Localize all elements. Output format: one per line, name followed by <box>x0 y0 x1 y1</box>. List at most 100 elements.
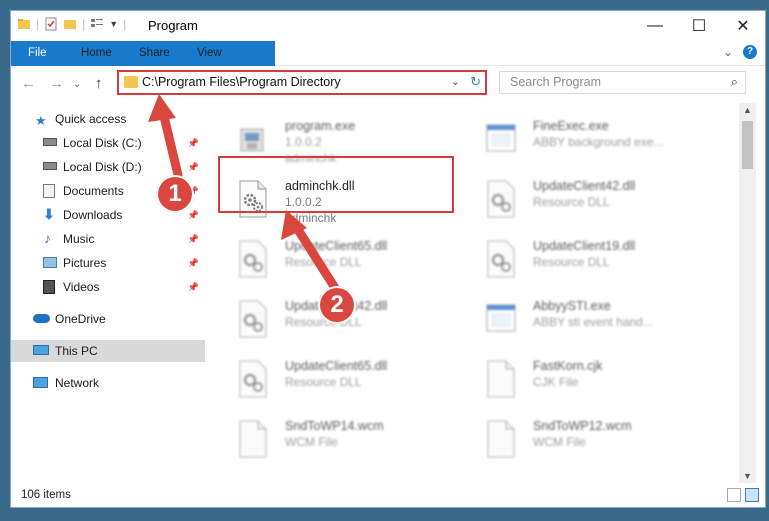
downloads-icon: ⬇ <box>43 206 55 222</box>
sidebar-item-quick-access[interactable]: ★ Quick access <box>11 108 205 130</box>
recent-locations-icon[interactable]: ⌄ <box>73 79 81 90</box>
navigation-pane: ★ Quick access Local Disk (C:) 📌 Local D… <box>11 103 205 483</box>
chevron-down-icon[interactable]: ⌄ <box>451 75 460 88</box>
separator: | <box>36 17 40 31</box>
sidebar-item-label: OneDrive <box>55 312 106 326</box>
pin-icon[interactable]: 📌 <box>188 162 199 173</box>
ribbon-controls: ⌄ ? <box>723 45 757 59</box>
file-name: UpdateClient65.dll <box>285 359 388 373</box>
dll-gear-icon <box>487 240 515 278</box>
file-detail: adminchk <box>285 211 337 225</box>
file-detail: WCM File <box>533 435 586 449</box>
blank-file-icon <box>239 420 267 458</box>
sidebar-item-pictures[interactable]: Pictures 📌 <box>11 252 205 274</box>
file-detail: Resource DLL <box>533 255 610 269</box>
vertical-scrollbar[interactable]: ▲ ▼ <box>739 103 756 483</box>
folder-icon <box>124 76 138 88</box>
refresh-icon[interactable]: ↻ <box>470 74 481 90</box>
step-badge-1: 1 <box>156 175 194 213</box>
sidebar-item-label: Documents <box>63 184 124 198</box>
file-name: UpdateClient42.dll <box>533 179 636 193</box>
customize-toolbar-icon[interactable] <box>90 17 104 31</box>
star-icon: ★ <box>35 112 47 128</box>
maximize-button[interactable]: ☐ <box>677 11 721 41</box>
file-explorer-window: | | ▼ | Program — ☐ ✕ File Home Share Vi… <box>10 10 766 508</box>
sidebar-item-videos[interactable]: Videos 📌 <box>11 276 205 298</box>
file-item[interactable]: SndToWP12.wcm WCM File <box>485 417 715 467</box>
file-detail: Resource DLL <box>285 255 362 269</box>
drive-icon <box>43 162 57 170</box>
minimize-button[interactable]: — <box>633 11 677 41</box>
sidebar-item-label: Local Disk (C:) <box>63 136 142 150</box>
sidebar-item-local-disk-c[interactable]: Local Disk (C:) 📌 <box>11 132 205 154</box>
sidebar-item-network[interactable]: Network <box>11 372 205 394</box>
file-detail: Resource DLL <box>285 375 362 389</box>
drive-icon <box>43 138 57 146</box>
expand-ribbon-icon[interactable]: ⌄ <box>723 45 733 59</box>
details-view-icon[interactable] <box>727 488 741 502</box>
up-button[interactable]: ↑ <box>95 75 103 92</box>
status-bar: 106 items <box>11 485 765 507</box>
ribbon: File Home Share View ⌄ ? <box>11 41 765 91</box>
file-name: SndToWP14.wcm <box>285 419 384 433</box>
scroll-thumb[interactable] <box>742 121 753 169</box>
pin-icon[interactable]: 📌 <box>188 210 199 221</box>
blank-file-icon <box>487 360 515 398</box>
help-icon[interactable]: ? <box>743 45 757 59</box>
close-button[interactable]: ✕ <box>721 11 765 41</box>
pin-icon[interactable]: 📌 <box>188 258 199 269</box>
dll-gear-icon <box>487 180 515 218</box>
file-detail: WCM File <box>285 435 338 449</box>
sidebar-item-label: Videos <box>63 280 100 294</box>
file-name: FineExec.exe <box>533 119 609 133</box>
search-input[interactable]: Search Program ⌕ <box>499 71 746 94</box>
pin-icon[interactable]: 📌 <box>188 282 199 293</box>
sidebar-item-label: Downloads <box>63 208 123 222</box>
pin-icon[interactable]: 📌 <box>188 234 199 245</box>
forward-button[interactable]: → <box>49 75 64 92</box>
sidebar-item-music[interactable]: ♪ Music 📌 <box>11 228 205 250</box>
file-item[interactable]: UpdateClient65.dll Resource DLL <box>237 237 467 287</box>
sidebar-item-onedrive[interactable]: OneDrive <box>11 308 205 330</box>
sidebar-item-label: Pictures <box>63 256 107 270</box>
chevron-down-icon[interactable]: ▼ <box>109 19 118 29</box>
large-icons-view-icon[interactable] <box>745 488 759 502</box>
new-folder-icon[interactable] <box>63 17 77 31</box>
back-button[interactable]: ← <box>21 75 36 92</box>
search-icon[interactable]: ⌕ <box>731 74 738 90</box>
address-bar[interactable]: C:\Program Files\Program Directory ⌄ ↻ <box>117 70 487 95</box>
file-item[interactable]: UpdateClient19.dll Resource DLL <box>485 237 715 287</box>
sidebar-item-this-pc[interactable]: This PC <box>11 340 205 362</box>
file-item[interactable]: UpdateClient42.dll Resource DLL <box>485 177 715 227</box>
file-item[interactable]: SndToWP14.wcm WCM File <box>237 417 467 467</box>
address-path[interactable]: C:\Program Files\Program Directory <box>142 75 341 89</box>
network-icon <box>33 377 48 388</box>
folder-icon <box>18 19 30 29</box>
scroll-down-icon[interactable]: ▼ <box>743 471 752 481</box>
file-item[interactable]: FastKorn.cjk CJK File <box>485 357 715 407</box>
videos-icon <box>43 280 55 294</box>
cloud-icon <box>33 314 50 323</box>
tab-home[interactable]: Home <box>67 41 126 65</box>
pictures-icon <box>43 257 57 268</box>
file-item[interactable]: UpdateClient65.dll Resource DLL <box>237 357 467 407</box>
dll-gear-icon <box>239 300 267 338</box>
file-name: SndToWP12.wcm <box>533 419 632 433</box>
sidebar-item-label: Network <box>55 376 100 390</box>
app-window-icon <box>486 124 516 152</box>
scroll-up-icon[interactable]: ▲ <box>743 105 752 115</box>
blank-file-icon <box>487 420 515 458</box>
sidebar-item-label: This PC <box>55 344 98 358</box>
separator: | <box>82 17 86 31</box>
window-title: Program <box>148 18 198 33</box>
exe-icon <box>240 128 264 152</box>
file-detail: ABBY background exe... <box>533 135 664 149</box>
file-item[interactable]: FineExec.exe ABBY background exe... <box>485 117 715 167</box>
pin-icon[interactable]: 📌 <box>188 138 199 149</box>
music-icon: ♪ <box>44 230 51 246</box>
sidebar-item-label: Quick access <box>55 112 127 126</box>
file-item[interactable]: AbbyySTI.exe ABBY sti event hand... <box>485 297 715 347</box>
tab-share[interactable]: Share <box>125 41 184 65</box>
tab-view[interactable]: View <box>183 41 236 65</box>
properties-icon[interactable] <box>44 17 58 31</box>
